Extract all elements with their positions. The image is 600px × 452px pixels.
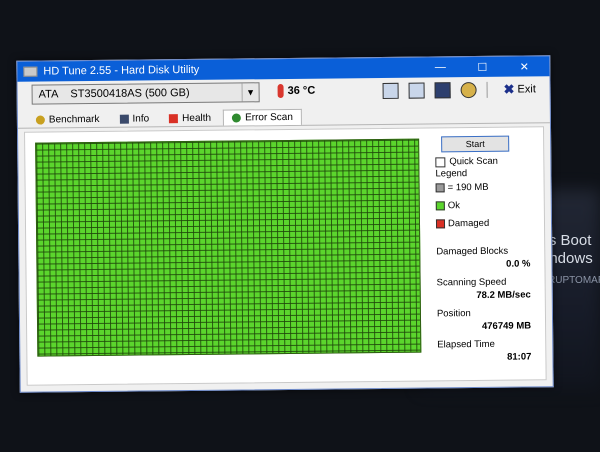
exit-button[interactable]: ✖ Exit [504, 81, 536, 97]
copy-text-icon[interactable] [408, 82, 425, 99]
legend-label: Ok [447, 200, 461, 212]
toolbar: ATA ST3500418AS (500 GB) ▼ 36 °C ✖ Exit [17, 76, 549, 110]
thermometer-icon [277, 84, 284, 99]
elapsed-time-label: Elapsed Time [437, 338, 495, 351]
position-label: Position [436, 308, 471, 320]
legend-item-block-size: = 190 MB [435, 181, 489, 194]
drive-name: ST3500418AS (500 GB) [70, 86, 190, 101]
scan-sidebar: Start Quick Scan Legend = 190 MB Ok Dama… [435, 127, 535, 363]
tool-icons: ✖ Exit [382, 81, 536, 99]
tab-error-scan[interactable]: Error Scan [222, 108, 302, 126]
legend-swatch [435, 183, 445, 193]
temperature-display: 36 °C [277, 84, 316, 99]
start-button[interactable]: Start [441, 135, 510, 153]
tab-benchmark[interactable]: Benchmark [28, 112, 108, 128]
window-title: HD Tune 2.55 - Hard Disk Utility [43, 63, 200, 78]
tab-label: Health [182, 112, 212, 125]
background-text: RUPTOMAP [548, 275, 600, 286]
legend-label: Damaged [447, 217, 490, 230]
tab-label: Benchmark [48, 113, 100, 126]
hd-tune-window: HD Tune 2.55 - Hard Disk Utility — ☐ ✕ A… [16, 55, 554, 393]
temperature-value: 36 °C [287, 84, 316, 97]
scanning-speed-label: Scanning Speed [436, 276, 507, 289]
toolbar-separator [486, 81, 488, 98]
magnifier-icon [232, 113, 242, 123]
options-icon[interactable] [460, 81, 477, 99]
legend-item-ok: Ok [435, 200, 461, 212]
drive-select[interactable]: ATA ST3500418AS (500 GB) ▼ [31, 82, 260, 105]
legend-label: = 190 MB [447, 181, 489, 194]
damaged-blocks-value: 0.0 % [506, 258, 531, 270]
legend-swatch [435, 201, 445, 211]
save-icon[interactable] [434, 82, 451, 99]
quick-scan-checkbox[interactable] [435, 156, 446, 167]
exit-label: Exit [517, 83, 536, 96]
background-text: 's Boot [546, 232, 592, 249]
legend-item-damaged: Damaged [435, 217, 490, 230]
quick-scan-option[interactable]: Quick Scan [435, 156, 498, 168]
benchmark-icon [35, 115, 45, 125]
close-button[interactable]: ✕ [503, 56, 545, 76]
info-icon [119, 114, 129, 124]
window-controls: — ☐ ✕ [419, 56, 545, 77]
legend-swatch [435, 219, 446, 229]
tab-label: Info [132, 113, 150, 125]
chevron-down-icon[interactable]: ▼ [241, 83, 259, 102]
background-text: indows [546, 250, 593, 267]
exit-icon: ✖ [503, 81, 515, 97]
damaged-blocks-label: Damaged Blocks [436, 245, 509, 258]
quick-scan-label: Quick Scan [449, 155, 498, 168]
health-icon [169, 114, 179, 124]
legend-title: Legend [435, 168, 468, 180]
elapsed-time-value: 81:07 [507, 351, 532, 363]
drive-type: ATA [38, 88, 59, 101]
tab-label: Error Scan [245, 111, 293, 124]
position-value: 476749 MB [481, 320, 532, 332]
tab-info[interactable]: Info [111, 111, 157, 126]
scan-block-grid [35, 138, 422, 357]
tab-health[interactable]: Health [161, 111, 219, 127]
scanning-speed-value: 78.2 MB/sec [476, 289, 531, 301]
app-icon [23, 66, 38, 77]
error-scan-panel: Start Quick Scan Legend = 190 MB Ok Dama… [24, 126, 547, 386]
minimize-button[interactable]: — [419, 57, 461, 77]
maximize-button[interactable]: ☐ [461, 57, 503, 77]
copy-icon[interactable] [382, 82, 399, 99]
